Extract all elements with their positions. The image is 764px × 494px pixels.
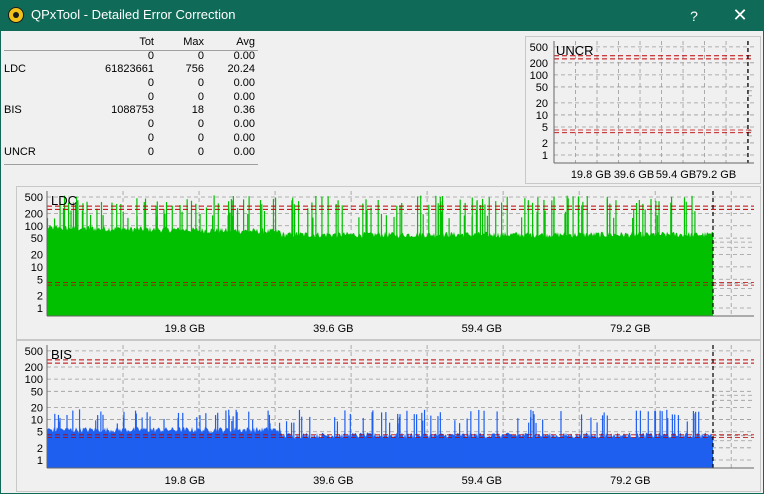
- stats-max-value: 0: [197, 49, 204, 62]
- x-tick-label: 19.8 GB: [165, 323, 205, 335]
- chart-title: LDC: [51, 193, 77, 208]
- header-avg: Avg: [236, 36, 255, 48]
- x-tick-label: 39.6 GB: [614, 169, 654, 181]
- stats-tot-value: 61823661: [105, 63, 154, 76]
- stats-tot-value: 0: [147, 131, 154, 144]
- stats-row-label: LDC: [4, 63, 27, 76]
- y-tick-label: 500: [25, 192, 43, 204]
- stats-max-value: 0: [197, 118, 204, 131]
- stats-row: 0 0 0.00: [4, 50, 258, 64]
- y-tick-label: 5: [37, 274, 43, 286]
- y-tick-label: 200: [530, 58, 548, 70]
- stats-avg-value: 0.00: [233, 77, 255, 90]
- stats-max-value: 0: [197, 131, 204, 144]
- stats-avg-value: 0.00: [233, 131, 255, 144]
- stats-max-value: 0: [197, 90, 204, 103]
- stats-avg-value: 0.00: [233, 145, 255, 158]
- uncr-chart: 500 20010050 20105 21 19.8 GB 39.6 GB 59.4 GB 7…: [530, 41, 754, 181]
- x-tick-label: 39.6 GB: [313, 475, 353, 487]
- qpxtool-window: QPxTool - Detailed Error Correction ? ✕ …: [0, 0, 764, 494]
- stats-header-row: Tot Max Avg: [4, 36, 258, 50]
- y-tick-label: 100: [25, 374, 43, 386]
- stats-bottom-divider: [4, 164, 258, 165]
- stats-tot-value: 0: [147, 118, 154, 131]
- ldc-chart-panel: 500 200 100 50 20 10 5 2 1 19.8 GB 39.6 GB 59.4 GB 7…: [16, 186, 761, 340]
- chart-title: BIS: [51, 347, 72, 362]
- stats-row: 0 0 0.00: [4, 132, 258, 146]
- y-tick-label: 10: [536, 110, 548, 122]
- error-stats-table: Tot Max Avg 0 0 0.00 LDC 61823661 756 20.24 0 0 0…: [4, 36, 258, 165]
- stats-tot-value: 0: [147, 145, 154, 158]
- stats-row: BIS 1088753 18 0.36: [4, 104, 258, 118]
- y-tick-label: 200: [25, 362, 43, 374]
- stats-row: 0 0 0.00: [4, 118, 258, 132]
- x-tick-label: 59.4 GB: [462, 475, 502, 487]
- stats-avg-value: 0.00: [233, 49, 255, 62]
- stats-avg-value: 20.24: [227, 63, 255, 76]
- stats-avg-value: 0.00: [233, 90, 255, 103]
- y-tick-label: 2: [542, 138, 548, 150]
- stats-row: 0 0 0.00: [4, 91, 258, 105]
- y-tick-label: 2: [37, 443, 43, 455]
- y-tick-label: 100: [530, 70, 548, 82]
- y-tick-label: 500: [25, 346, 43, 358]
- help-button[interactable]: ?: [671, 0, 717, 31]
- stats-max-value: 0: [197, 145, 204, 158]
- y-tick-label: 10: [31, 415, 43, 427]
- x-tick-label: 59.4 GB: [462, 323, 502, 335]
- ldc-chart: 500 20010050 20105 21 19.8 GB 39.6 GB 59.4 GB 7…: [25, 191, 754, 335]
- x-tick-label: 79.2 GB: [610, 475, 650, 487]
- window-title: QPxTool - Detailed Error Correction: [31, 7, 236, 22]
- client-area: Tot Max Avg 0 0 0.00 LDC 61823661 756 20.24 0 0 0…: [1, 31, 763, 493]
- close-button[interactable]: ✕: [717, 0, 763, 31]
- x-tick-label: 19.8 GB: [165, 475, 205, 487]
- y-tick-label: 100: [25, 221, 43, 233]
- stats-tot-value: 0: [147, 49, 154, 62]
- title-bar[interactable]: QPxTool - Detailed Error Correction ? ✕: [0, 0, 764, 31]
- stats-row-label: UNCR: [4, 145, 36, 158]
- y-tick-label: 20: [536, 98, 548, 110]
- uncr-chart-panel: 500 200 100 50 20 10 5 2 1 19.8 GB 39.6 GB 59.4 GB 7…: [525, 36, 761, 184]
- x-tick-label: 79.2 GB: [610, 323, 650, 335]
- y-tick-label: 20: [31, 402, 43, 414]
- stats-tot-value: 1088753: [111, 104, 154, 117]
- y-tick-label: 50: [31, 386, 43, 398]
- chart-title: UNCR: [556, 43, 594, 58]
- header-tot: Tot: [139, 36, 154, 48]
- stats-tot-value: 0: [147, 77, 154, 90]
- y-tick-label: 1: [37, 455, 43, 467]
- y-tick-label: 2: [37, 291, 43, 303]
- bis-chart: 500 20010050 20105 21 19.8 GB 39.6 GB 59.4 GB 7…: [25, 345, 754, 487]
- y-tick-label: 200: [25, 208, 43, 220]
- stats-tot-value: 0: [147, 90, 154, 103]
- y-tick-label: 50: [31, 233, 43, 245]
- x-tick-label: 79.2 GB: [696, 169, 736, 181]
- x-tick-label: 59.4 GB: [656, 169, 696, 181]
- stats-avg-value: 0.00: [233, 118, 255, 131]
- stats-max-value: 0: [197, 77, 204, 90]
- y-tick-label: 1: [37, 303, 43, 315]
- x-tick-label: 39.6 GB: [313, 323, 353, 335]
- y-tick-label: 5: [37, 427, 43, 439]
- y-tick-label: 1: [542, 150, 548, 162]
- stats-row: 0 0 0.00: [4, 77, 258, 91]
- y-tick-label: 10: [31, 262, 43, 274]
- bis-chart-panel: 500 200 100 50 20 10 5 2 1 19.8 GB 39.6 GB 59.4 GB 7…: [16, 340, 761, 492]
- y-tick-label: 5: [542, 122, 548, 134]
- x-tick-label: 19.8 GB: [571, 169, 611, 181]
- y-tick-label: 20: [31, 249, 43, 261]
- stats-avg-value: 0.36: [233, 104, 255, 117]
- y-tick-label: 500: [530, 42, 548, 54]
- stats-row: LDC 61823661 756 20.24: [4, 63, 258, 77]
- stats-max-value: 756: [185, 63, 204, 76]
- y-tick-label: 50: [536, 82, 548, 94]
- stats-row-label: BIS: [4, 104, 22, 117]
- stats-row: UNCR 0 0 0.00: [4, 146, 258, 160]
- qpxtool-app-icon: [8, 7, 24, 23]
- header-max: Max: [183, 36, 204, 48]
- stats-max-value: 18: [191, 104, 204, 117]
